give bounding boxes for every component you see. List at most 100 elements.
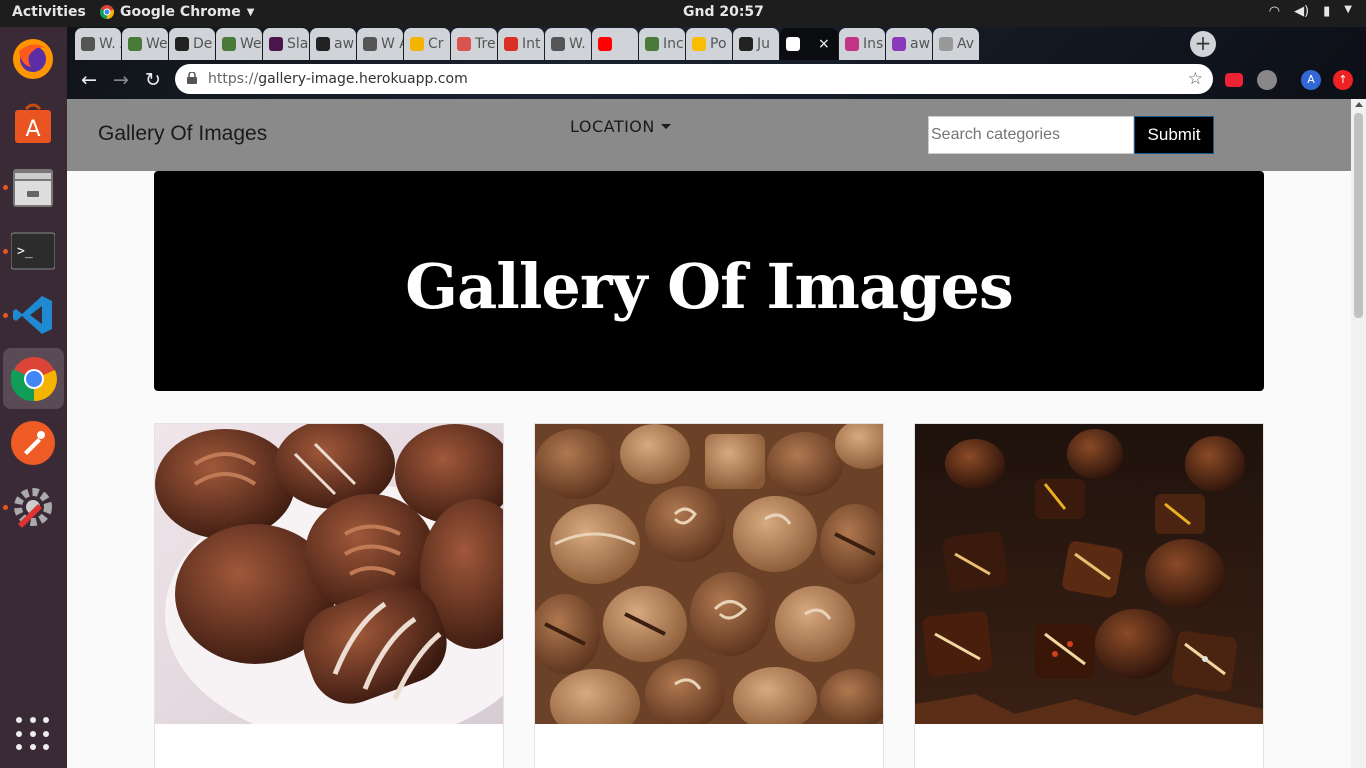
gallery-card[interactable] — [914, 423, 1264, 768]
address-bar[interactable]: https://gallery-image.herokuapp.com ☆ — [175, 64, 1213, 94]
profile-avatar[interactable]: A — [1301, 70, 1321, 90]
caret-down-icon — [660, 124, 671, 129]
tab-title: Sla — [287, 36, 309, 52]
chevron-down-icon: ▼ — [246, 6, 255, 18]
chocolate-image[interactable] — [155, 424, 503, 724]
chocolate-image[interactable] — [915, 424, 1263, 724]
browser-tab[interactable]: Ju — [733, 28, 779, 60]
tab-title: aw — [910, 36, 931, 52]
wikipedia-icon — [363, 37, 377, 51]
screen-recorder-icon[interactable] — [1225, 73, 1243, 87]
browser-tab[interactable]: × — [780, 28, 838, 60]
browser-chrome: W. Aw We De We Sla aw W Av Cr Tre Int W. Ch Inc Po Ju… — [67, 27, 1366, 99]
wifi-icon: ◠ — [1268, 4, 1281, 19]
browser-tab[interactable]: Po — [686, 28, 732, 60]
tree-icon — [645, 37, 659, 51]
site-brand[interactable]: Gallery Of Images — [98, 122, 267, 146]
tab-title: We — [240, 36, 262, 52]
app-menu[interactable]: Google Chrome ▼ — [100, 4, 254, 20]
trello-icon — [457, 37, 471, 51]
gallery-card[interactable] — [154, 423, 504, 768]
github-icon — [175, 37, 189, 51]
browser-tab[interactable]: aw — [886, 28, 932, 60]
tab-title: Tre — [475, 36, 496, 52]
browser-tab[interactable]: Av — [933, 28, 979, 60]
software-center-icon[interactable]: A — [9, 99, 57, 147]
volume-icon: ◀) — [1294, 4, 1310, 19]
browser-tab[interactable]: We — [216, 28, 262, 60]
url-host: gallery-image.herokuapp.com — [258, 71, 468, 87]
close-tab-icon[interactable]: × — [818, 36, 830, 52]
tab-title: Po — [710, 36, 727, 52]
github-icon — [316, 37, 330, 51]
settings-icon[interactable] — [9, 483, 57, 531]
tab-strip: W. Aw We De We Sla aw W Av Cr Tre Int W. Ch Inc Po Ju… — [75, 28, 980, 60]
location-dropdown[interactable]: LOCATION — [570, 117, 671, 136]
tab-title: W Av — [381, 36, 403, 52]
tab-title: Int — [522, 36, 541, 52]
browser-tab[interactable]: W. Ch — [545, 28, 591, 60]
forward-icon[interactable]: → — [109, 68, 133, 92]
browser-tab[interactable]: We — [122, 28, 168, 60]
browser-tab[interactable]: aw — [310, 28, 356, 60]
chrome-icon[interactable] — [3, 348, 64, 409]
tab-title: Av — [957, 36, 975, 52]
bookmark-star-icon[interactable]: ☆ — [1188, 64, 1203, 94]
gallery-card[interactable] — [534, 423, 884, 768]
new-tab-button[interactable]: + — [1190, 31, 1216, 57]
browser-tab[interactable]: Inc — [639, 28, 685, 60]
search-input[interactable] — [928, 116, 1134, 154]
globe-icon — [939, 37, 953, 51]
browser-tab[interactable]: Sla — [263, 28, 309, 60]
chocolate-image[interactable] — [535, 424, 883, 724]
show-applications-icon[interactable] — [16, 717, 50, 751]
tree-icon — [222, 37, 236, 51]
site-navbar: Gallery Of Images LOCATION Submit — [67, 99, 1351, 171]
tree-icon — [128, 37, 142, 51]
app-name: Google Chrome — [120, 4, 241, 20]
system-tray[interactable]: ◠ ◀) ▮ ▼ — [1269, 4, 1352, 19]
instagram-icon — [845, 37, 859, 51]
browser-tab[interactable]: Tre — [451, 28, 497, 60]
firefox-icon[interactable] — [9, 35, 57, 83]
extension-icon[interactable] — [1257, 70, 1277, 90]
postman-icon[interactable] — [9, 419, 57, 467]
globe-icon — [786, 37, 800, 51]
wikipedia-icon — [551, 37, 565, 51]
back-icon[interactable]: ← — [77, 68, 101, 92]
browser-tab[interactable] — [592, 28, 638, 60]
browser-tab[interactable]: De — [169, 28, 215, 60]
url-scheme: https:// — [208, 71, 259, 87]
tab-title: W. Ch — [569, 36, 591, 52]
browser-tab[interactable]: W Av — [357, 28, 403, 60]
browser-tab[interactable]: Int — [498, 28, 544, 60]
location-label: LOCATION — [570, 117, 655, 136]
files-icon[interactable] — [9, 163, 57, 211]
hero-banner: Gallery Of Images — [154, 171, 1264, 391]
tab-title: Ju — [757, 36, 771, 52]
chrome-icon — [100, 5, 114, 19]
gmail-icon — [504, 37, 518, 51]
web-page: Gallery Of Images LOCATION Submit Galler… — [67, 99, 1351, 768]
reload-icon[interactable]: ↻ — [141, 68, 165, 92]
github-icon — [739, 37, 753, 51]
youtube-icon — [598, 37, 612, 51]
terminal-icon[interactable]: >_ — [9, 227, 57, 275]
clock[interactable]: Gnd 20:57 — [683, 4, 764, 20]
scroll-up-icon[interactable] — [1355, 102, 1363, 107]
lock-icon — [187, 72, 197, 84]
activities-button[interactable]: Activities — [12, 4, 86, 20]
update-icon[interactable]: ↑ — [1333, 70, 1353, 90]
navigation-bar: ← → ↻ https://gallery-image.herokuapp.co… — [67, 61, 1366, 99]
browser-tab[interactable]: Ins — [839, 28, 885, 60]
hero-title: Gallery Of Images — [405, 249, 1014, 323]
photos-icon — [692, 37, 706, 51]
browser-tab[interactable]: W. Aw — [75, 28, 121, 60]
scrollbar-thumb[interactable] — [1354, 113, 1363, 318]
tab-title: Cr — [428, 36, 444, 52]
submit-button[interactable]: Submit — [1134, 116, 1214, 154]
browser-tab[interactable]: Cr — [404, 28, 450, 60]
page-scrollbar[interactable] — [1351, 99, 1366, 768]
vscode-icon[interactable] — [9, 291, 57, 339]
hackerrank-icon — [892, 37, 906, 51]
